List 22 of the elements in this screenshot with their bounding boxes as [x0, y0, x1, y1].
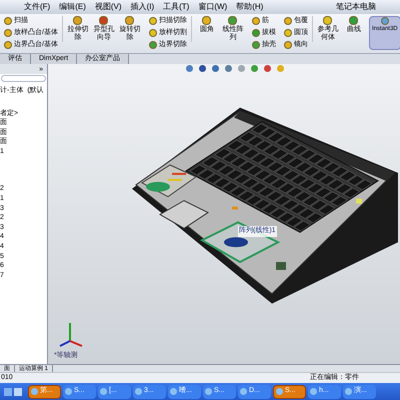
desktop-icon[interactable] [4, 388, 12, 396]
menu-item[interactable]: 工具(T) [163, 1, 190, 13]
app-icon [310, 388, 317, 395]
menu-item[interactable]: 编辑(E) [59, 1, 86, 13]
app-icon [205, 388, 212, 395]
window-title: 笔记本电脑 [336, 1, 377, 13]
menu-item[interactable]: 窗口(W) [198, 1, 228, 13]
app-icon [31, 388, 38, 395]
app-icon [276, 388, 283, 395]
app-icon [345, 388, 352, 395]
app-icon [240, 388, 247, 395]
window-icon[interactable] [14, 388, 22, 396]
instant3d-icon [380, 17, 389, 25]
menu-item[interactable]: 帮助(H) [236, 1, 264, 13]
app-icon [170, 388, 177, 395]
app-icon [135, 388, 142, 395]
menu-item[interactable]: 视图(V) [94, 1, 122, 13]
menu-item[interactable]: 文件(F) [24, 1, 50, 13]
menu-item[interactable]: 插入(I) [130, 1, 154, 13]
app-icon [65, 388, 72, 395]
tree-filter-field[interactable] [1, 75, 46, 82]
app-icon [100, 388, 107, 395]
